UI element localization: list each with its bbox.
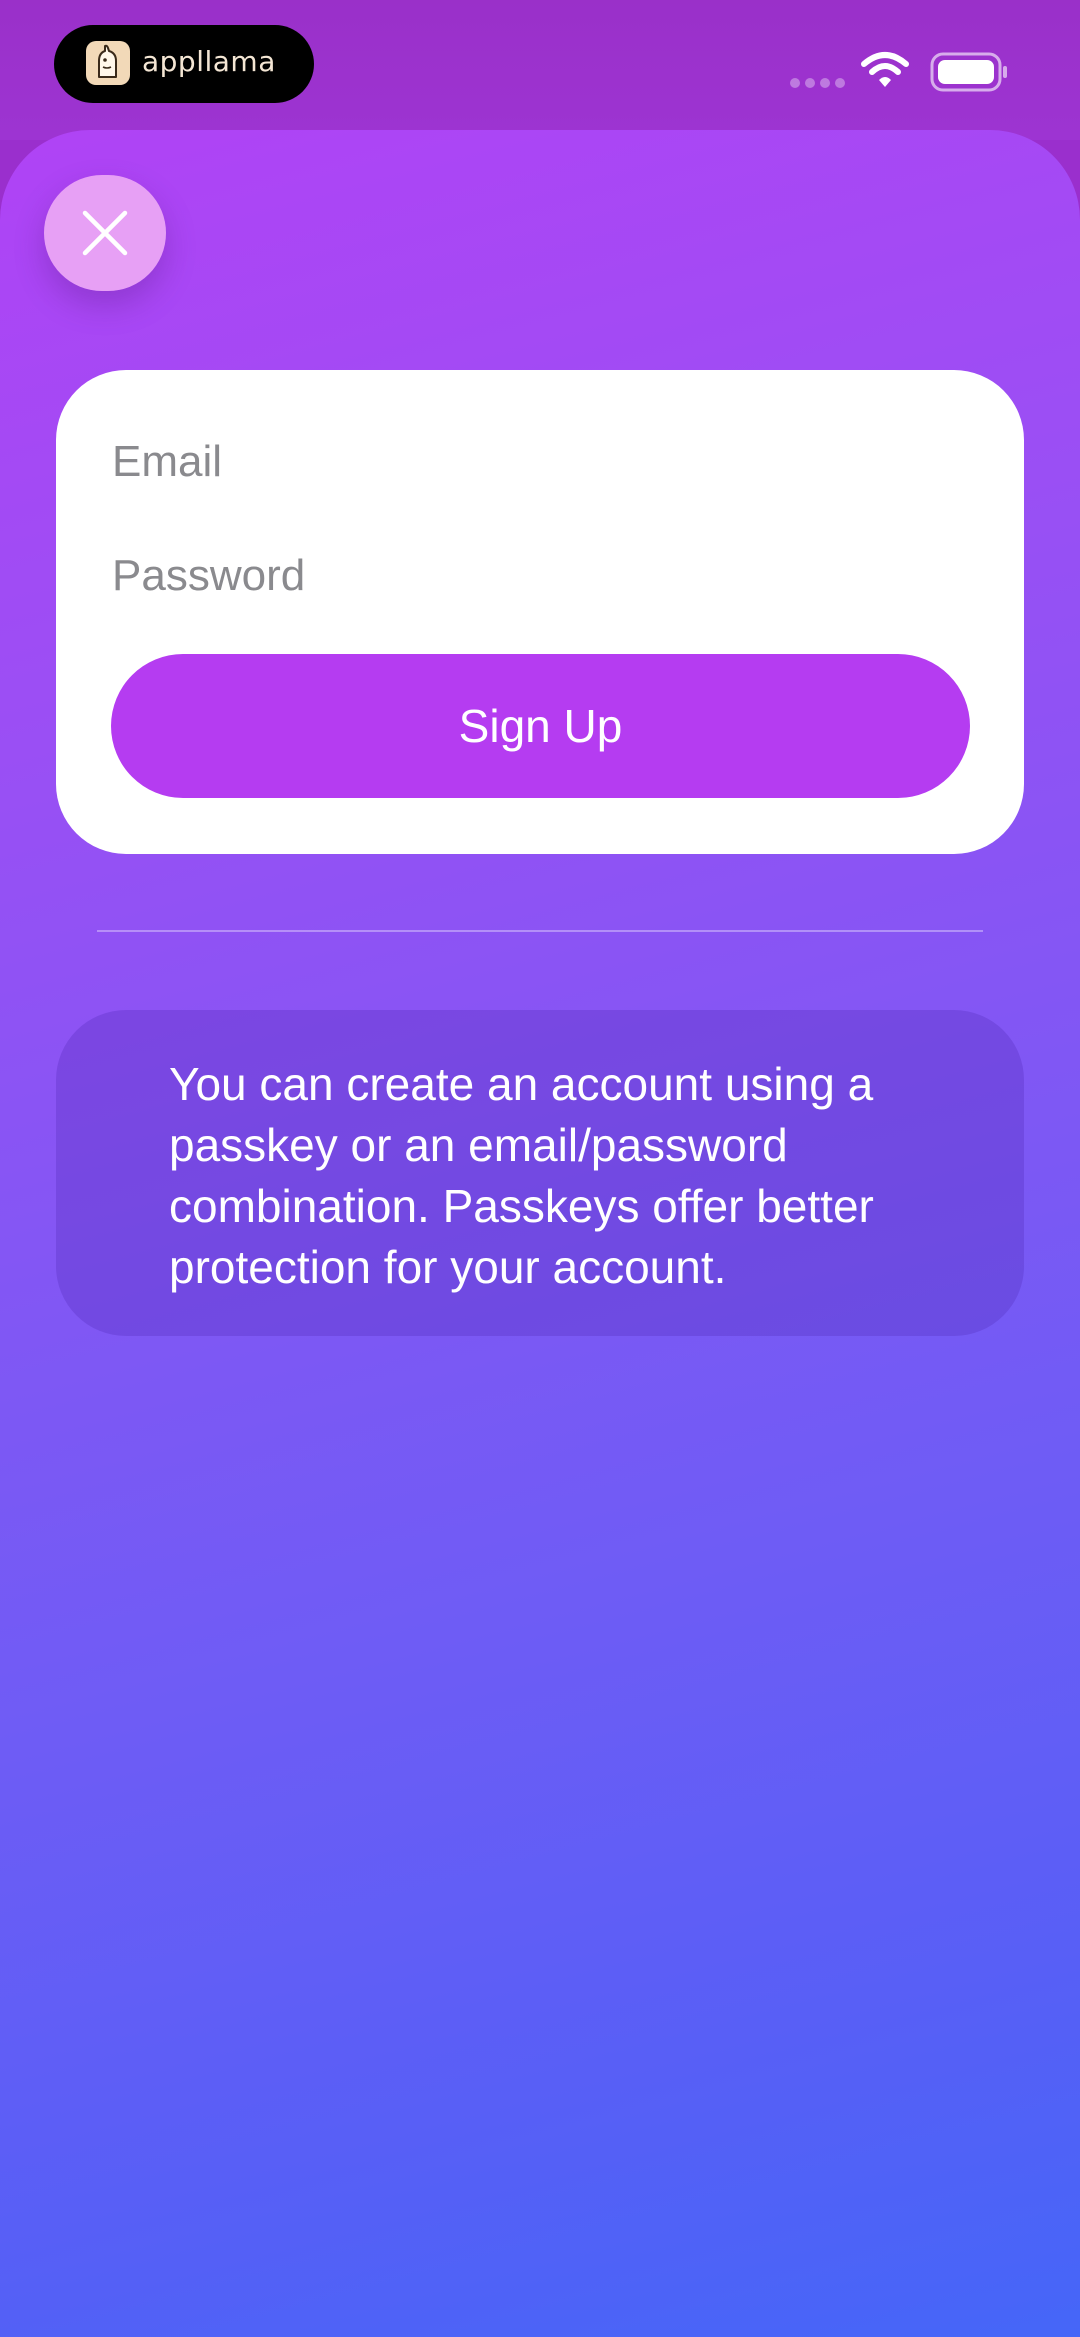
close-icon: [82, 210, 128, 256]
signup-form-card: Sign Up: [56, 370, 1024, 854]
email-field[interactable]: [112, 432, 972, 492]
llama-logo-icon: [86, 41, 130, 85]
close-button[interactable]: [44, 175, 166, 291]
password-field[interactable]: [112, 546, 972, 606]
status-bar: appllama: [0, 0, 1080, 140]
divider: [97, 930, 983, 932]
app-name: appllama: [142, 45, 276, 78]
passkey-info-card: You can create an account using a passke…: [56, 1010, 1024, 1336]
wifi-icon: [861, 52, 909, 87]
sign-up-button[interactable]: Sign Up: [111, 654, 970, 798]
cellular-signal-icon: [790, 78, 845, 88]
passkey-info-text: You can create an account using a passke…: [169, 1058, 874, 1293]
app-indicator-pill[interactable]: appllama: [54, 25, 314, 103]
signup-sheet: Sign Up You can create an account using …: [0, 130, 1080, 2337]
battery-icon: [930, 52, 1007, 92]
